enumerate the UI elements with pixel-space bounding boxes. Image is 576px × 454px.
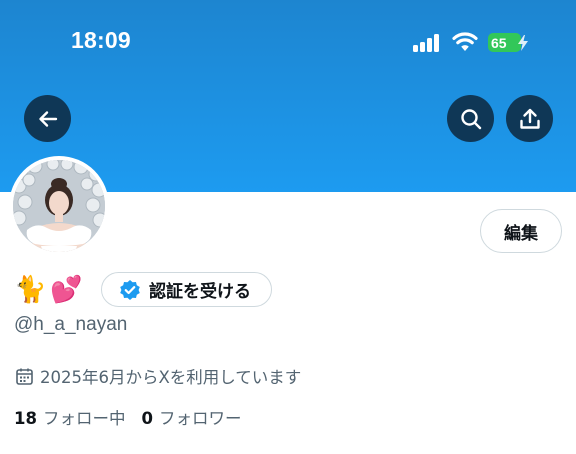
battery-level: 65 [491, 34, 507, 51]
wifi-icon [452, 32, 478, 51]
join-date-text: 2025年6月からXを利用しています [40, 368, 302, 387]
back-button[interactable] [24, 95, 71, 142]
edit-profile-button[interactable]: 編集 [480, 209, 562, 253]
arrow-left-icon [38, 110, 57, 127]
user-handle: @h_a_nayan [14, 314, 128, 335]
battery-indicator: 65 [488, 33, 521, 52]
display-name-emojis: 🐈💕 [14, 275, 87, 305]
avatar-photo [13, 160, 105, 252]
charging-bolt-icon [518, 35, 528, 51]
get-verified-label: 認証を受ける [149, 282, 251, 302]
share-button[interactable] [506, 95, 553, 142]
followers-link[interactable]: 0 フォロワー [141, 405, 241, 429]
get-verified-button[interactable]: 認証を受ける [101, 272, 272, 307]
verified-badge-icon [120, 279, 140, 300]
cellular-signal-icon [413, 34, 443, 52]
following-label: フォロー中 [42, 409, 126, 428]
upload-icon [519, 108, 540, 129]
display-name: 🐈💕 [14, 272, 87, 308]
followers-count: 0 [141, 409, 153, 428]
avatar[interactable] [9, 156, 109, 256]
calendar-icon [16, 368, 33, 385]
followers-label: フォロワー [158, 409, 242, 428]
follow-stats: 18 フォロー中 0 フォロワー [14, 405, 241, 429]
join-date: 2025年6月からXを利用しています [15, 364, 301, 388]
status-time: 18:09 [71, 27, 131, 53]
search-button[interactable] [447, 95, 494, 142]
search-icon [460, 108, 481, 129]
following-count: 18 [14, 409, 37, 428]
following-link[interactable]: 18 フォロー中 [14, 405, 125, 429]
